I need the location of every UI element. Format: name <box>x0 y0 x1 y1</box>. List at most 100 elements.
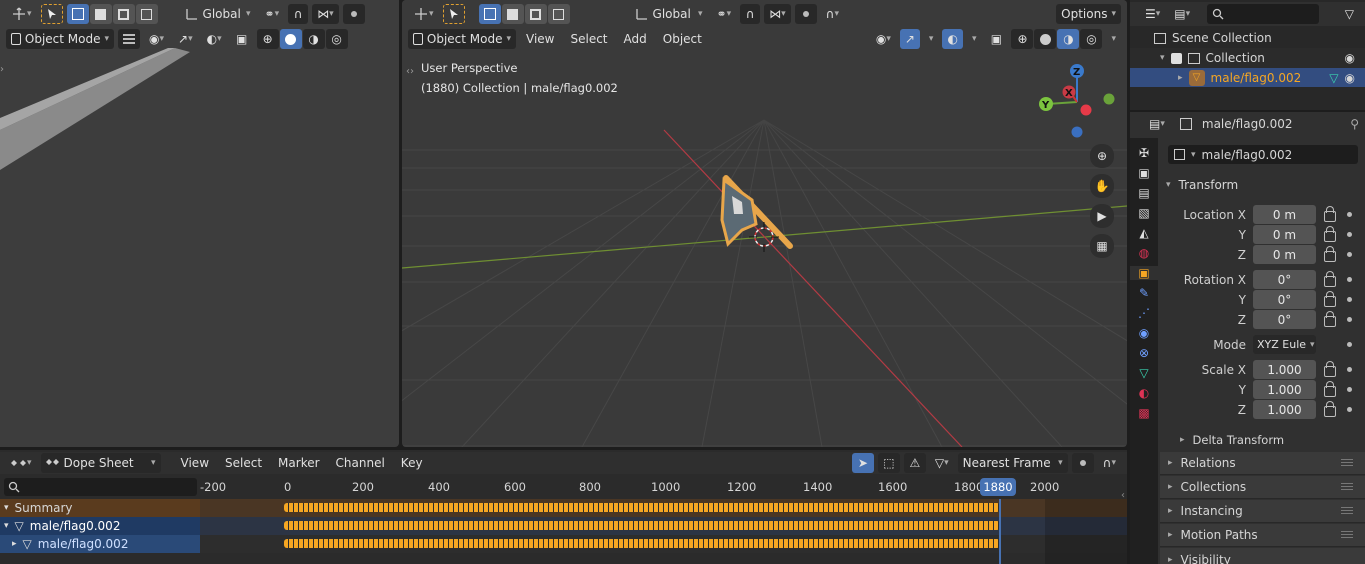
proportional-edit-toggle[interactable] <box>794 4 817 24</box>
material-tab-icon[interactable]: ◐ <box>1139 386 1149 400</box>
render-tab-icon[interactable]: ▣ <box>1138 166 1149 180</box>
rotation-x-field[interactable]: 0° <box>1253 270 1316 289</box>
wireframe-shading-button[interactable]: ⊕ <box>1011 29 1034 49</box>
playhead-line[interactable] <box>999 499 1001 564</box>
keyframe-dot-icon[interactable] <box>1347 407 1352 412</box>
pan-button[interactable]: ✋ <box>1090 174 1114 198</box>
menu-select[interactable]: Select <box>219 453 268 473</box>
keyframe-row-summary[interactable] <box>284 503 1000 512</box>
channel-object[interactable]: ▾ ▽ male/flag0.002 <box>0 517 200 535</box>
select-new-button[interactable] <box>478 4 501 24</box>
outliner-search-input[interactable] <box>1207 4 1320 24</box>
outliner-row-scene[interactable]: Scene Collection <box>1130 28 1365 48</box>
texture-tab-icon[interactable]: ▩ <box>1138 406 1149 420</box>
mode-dropdown[interactable]: Object Mode ▾ <box>6 29 114 49</box>
solid-shading-button[interactable] <box>1034 29 1057 49</box>
snap-toggle[interactable]: ∩ <box>288 4 309 24</box>
keyframe-dot-icon[interactable] <box>1347 367 1352 372</box>
scale-z-field[interactable]: 1.000 <box>1253 400 1316 419</box>
section-instancing[interactable]: ▸ Instancing <box>1160 500 1365 523</box>
only-selected-toggle[interactable]: ➤ <box>851 453 874 473</box>
keyframe-dot-icon[interactable] <box>1347 342 1352 347</box>
constraints-tab-icon[interactable]: ⊗ <box>1139 346 1149 360</box>
gizmo-toggle[interactable]: ↗ <box>899 29 920 49</box>
mode-dropdown[interactable]: Object Mode ▾ <box>408 29 516 49</box>
select-extend-button[interactable] <box>501 4 524 24</box>
keyframe-area[interactable] <box>200 499 1127 564</box>
overlay-toggle[interactable]: ◐ <box>942 29 963 49</box>
main-viewport[interactable]: ▾ Global ▾ ⚭ ▾ ∩ ⋈ ▾ ∩ ▾ Options ▾ Objec… <box>402 0 1127 447</box>
channel-search-input[interactable] <box>4 478 197 496</box>
menu-select[interactable]: Select <box>564 29 613 49</box>
visibility-button[interactable]: ◉ ▾ <box>871 29 896 49</box>
select-new-button[interactable] <box>66 4 89 24</box>
editor-type-button[interactable]: ▾ <box>6 4 37 24</box>
scene-tab-icon[interactable]: ◭ <box>1139 226 1148 240</box>
pivot-button[interactable]: ⚭ ▾ <box>260 4 285 24</box>
orientation-dropdown[interactable]: Global ▾ <box>630 4 708 24</box>
lock-rotation-y-icon[interactable] <box>1324 291 1336 307</box>
select-subtract-button[interactable] <box>112 4 135 24</box>
gizmo-dropdown[interactable]: ▾ <box>924 29 939 49</box>
navigation-gizmo[interactable]: Z Y X <box>1030 62 1120 142</box>
pin-icon[interactable]: ⚲ <box>1350 117 1359 131</box>
filter-button[interactable]: ▽ <box>1340 4 1359 24</box>
channel-mesh-data[interactable]: ▸ ▽ male/flag0.002 <box>0 535 200 553</box>
orientation-dropdown[interactable]: Global ▾ <box>180 4 256 24</box>
properties-editor-type[interactable]: ▤ ▾ <box>1144 114 1170 134</box>
location-z-field[interactable]: 0 m <box>1253 245 1316 264</box>
editor-type-button[interactable]: ▾ <box>408 4 439 24</box>
hamburger-menu-button[interactable] <box>118 29 140 49</box>
left-sidebar-toggle[interactable]: › <box>0 64 4 75</box>
menu-object[interactable]: Object <box>657 29 708 49</box>
drag-handle-icon[interactable] <box>1341 507 1353 515</box>
properties-collapse-toggle[interactable]: ‹ <box>1121 490 1125 501</box>
perspective-toggle-button[interactable]: ▦ <box>1090 234 1114 258</box>
keyframe-dot-icon[interactable] <box>1347 387 1352 392</box>
outliner-row-object[interactable]: ▸ ▽ male/flag0.002 ▽ ◉ <box>1130 68 1365 87</box>
lock-scale-z-icon[interactable] <box>1324 401 1336 417</box>
select-tool-button[interactable] <box>442 4 465 24</box>
physics-tab-icon[interactable]: ◉ <box>1139 326 1149 340</box>
menu-channel[interactable]: Channel <box>330 453 391 473</box>
outliner-row-collection[interactable]: ▾ Collection ◉ <box>1130 48 1365 68</box>
keyframe-dot-icon[interactable] <box>1347 297 1352 302</box>
object-tab-icon[interactable]: ▣ <box>1130 266 1158 280</box>
section-motion-paths[interactable]: ▸ Motion Paths <box>1160 524 1365 547</box>
viewport-sidebar-toggle[interactable]: ‹› <box>406 66 414 77</box>
falloff-button[interactable]: ∩ ▾ <box>821 4 844 24</box>
menu-view[interactable]: View <box>175 453 215 473</box>
keyframe-dot-icon[interactable] <box>1347 212 1352 217</box>
channel-summary[interactable]: ▾ Summary <box>0 499 200 517</box>
xray-toggle[interactable]: ▣ <box>231 29 253 49</box>
menu-key[interactable]: Key <box>395 453 429 473</box>
view-layer-tab-icon[interactable]: ▧ <box>1138 206 1149 220</box>
keyframe-dot-icon[interactable] <box>1347 317 1352 322</box>
material-shading-button[interactable]: ◑ <box>302 29 325 49</box>
rendered-shading-button[interactable]: ◎ <box>1080 29 1103 49</box>
expand-arrow-icon[interactable]: ▾ <box>4 503 9 513</box>
keyframe-row-mesh[interactable] <box>284 539 1000 548</box>
editor-type-button[interactable]: ▾ <box>6 453 37 473</box>
wireframe-shading-button[interactable]: ⊕ <box>256 29 279 49</box>
section-collections[interactable]: ▸ Collections <box>1160 476 1365 499</box>
modifier-tab-icon[interactable]: ✎ <box>1139 286 1149 300</box>
drag-handle-icon[interactable] <box>1341 483 1353 491</box>
particles-tab-icon[interactable]: ⋰ <box>1138 306 1150 320</box>
xray-toggle[interactable]: ▣ <box>985 29 1007 49</box>
expand-arrow-icon[interactable]: ▾ <box>1160 53 1165 63</box>
drag-handle-icon[interactable] <box>1341 459 1353 467</box>
tool-tab-icon[interactable]: ✠ <box>1139 146 1149 160</box>
zoom-button[interactable]: ⊕ <box>1090 144 1114 168</box>
snap-target-button[interactable]: ⋈ ▾ <box>312 4 339 24</box>
material-shading-button[interactable]: ◑ <box>1057 29 1080 49</box>
keyframe-dot-icon[interactable] <box>1347 277 1352 282</box>
snap-target-button[interactable]: ⋈ ▾ <box>764 4 791 24</box>
filters-button[interactable]: ▽ ▾ <box>930 453 954 473</box>
proportional-edit-toggle[interactable] <box>342 4 365 24</box>
keyframe-dot-icon[interactable] <box>1347 252 1352 257</box>
select-extend-button[interactable] <box>89 4 112 24</box>
lock-scale-x-icon[interactable] <box>1324 361 1336 377</box>
falloff-button[interactable]: ∩ ▾ <box>1098 453 1121 473</box>
auto-snap-dropdown[interactable]: Nearest Frame ▾ <box>957 453 1068 473</box>
